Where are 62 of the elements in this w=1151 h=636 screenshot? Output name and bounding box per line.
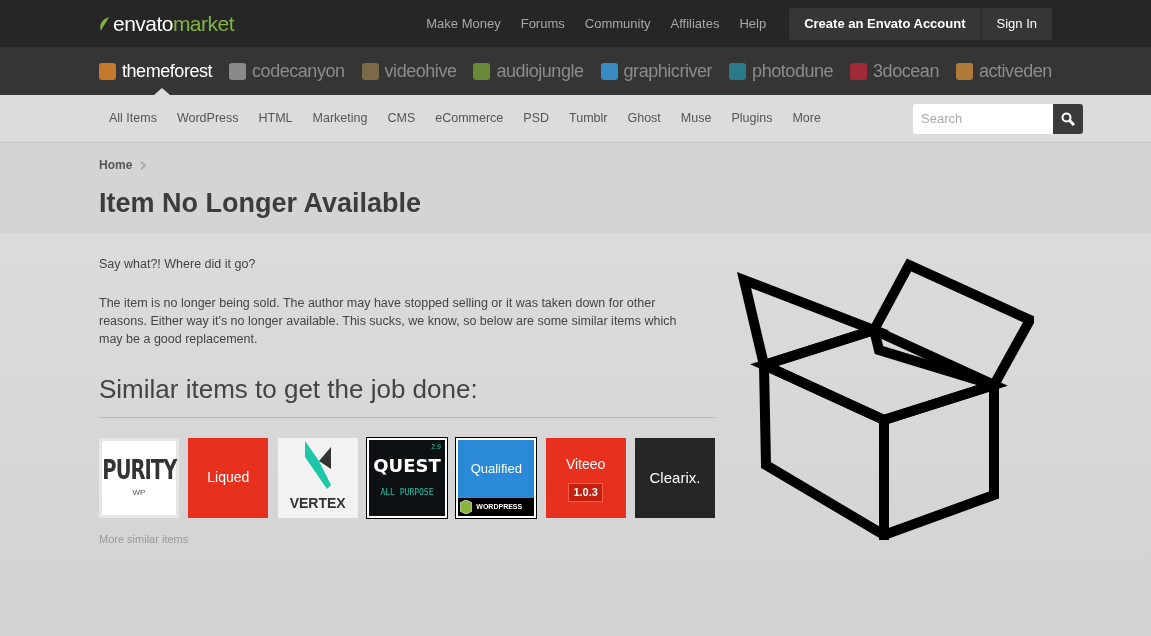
marketplace-icon: [955, 62, 973, 80]
marketplace-icon: [99, 62, 116, 80]
marketplace-icon: [361, 62, 379, 80]
section-heading: Similar items to get the job done:: [99, 369, 715, 418]
thumbnail-title: VERTEX: [289, 494, 346, 514]
chevron-icon: [140, 160, 147, 170]
top-nav-link[interactable]: Affiliates: [670, 13, 720, 34]
marketplace-icon: [729, 62, 747, 80]
marketplace-icon: [229, 62, 247, 80]
body-paragraph: The item is no longer being sold. The author may have stopped selling or it was taken down for other reasons. Either way it's no longer available. This sucks, we know, so below are some similar items which may be a good replacement.: [99, 294, 678, 348]
category-link[interactable]: PSD: [523, 109, 549, 128]
top-nav-link[interactable]: Help: [739, 13, 767, 34]
category-link[interactable]: Ghost: [627, 109, 661, 128]
theme-thumbnail[interactable]: PURITY WP: [99, 437, 179, 518]
marketplace-tab[interactable]: graphicriver: [600, 47, 713, 95]
thumbnail-subtitle: ALL PURPOSE: [380, 486, 434, 499]
version-badge: 1.0.3: [568, 483, 603, 502]
theme-thumbnail[interactable]: Clearix.: [634, 437, 715, 518]
account-button[interactable]: Sign In: [981, 7, 1052, 40]
marketplace-tab[interactable]: codecanyon: [229, 47, 345, 95]
search-icon: [1061, 111, 1075, 126]
intro-text: Say what?! Where did it go?: [99, 256, 257, 273]
cube-icon: [460, 499, 473, 514]
marketplace-tab[interactable]: videohive: [361, 47, 457, 95]
marketplace-icon: [473, 62, 491, 80]
category-link[interactable]: Muse: [680, 109, 712, 128]
category-link[interactable]: eCommerce: [435, 109, 504, 128]
thumbnail-title: Viteeo: [565, 455, 606, 474]
search-button[interactable]: [1053, 103, 1083, 134]
theme-thumbnail[interactable]: Liqued: [188, 437, 269, 518]
category-link[interactable]: HTML: [258, 109, 293, 128]
marketplace-icon: [600, 62, 618, 80]
category-link[interactable]: CMS: [387, 109, 416, 128]
category-link[interactable]: Marketing: [312, 109, 368, 128]
account-button[interactable]: Create an Envato Account: [789, 7, 982, 40]
marketplace-icon: [850, 62, 868, 80]
marketplace-tab[interactable]: photodune: [729, 47, 834, 95]
category-link[interactable]: Plugins: [731, 109, 773, 128]
thumbnail-title: Liqued: [207, 468, 250, 488]
leaf-icon: [99, 16, 111, 31]
thumbnail-title: Qualified: [470, 460, 522, 478]
theme-thumbnail[interactable]: VERTEX: [277, 437, 358, 518]
marketplace-tab[interactable]: 3docean: [850, 47, 939, 95]
thumbnail-title: PURITY: [102, 456, 176, 483]
logo-icon: [304, 441, 331, 490]
marketplace-tab[interactable]: audiojungle: [473, 47, 584, 95]
page-title: Item No Longer Available: [99, 187, 423, 220]
search-field[interactable]: Search: [913, 103, 1053, 134]
breadcrumb-link[interactable]: Home: [99, 156, 133, 174]
theme-thumbnail[interactable]: Viteeo 1.0.3: [545, 437, 626, 518]
top-nav-link[interactable]: Community: [584, 13, 651, 34]
thumbnail-title: Clearix.: [649, 467, 701, 488]
category-link[interactable]: Tumblr: [569, 109, 608, 128]
marketplace-tab[interactable]: activeden: [955, 47, 1052, 95]
top-nav-link[interactable]: Make Money: [426, 13, 501, 34]
category-link[interactable]: WordPress: [176, 109, 239, 128]
thumbnail-title: QUEST: [373, 456, 441, 475]
top-nav-link[interactable]: Forums: [520, 13, 565, 34]
brand-logo[interactable]: envatomarket: [113, 7, 234, 40]
category-link[interactable]: More: [792, 109, 821, 128]
thumbnail-subtitle: WP: [132, 486, 146, 499]
category-link[interactable]: All Items: [109, 109, 157, 128]
